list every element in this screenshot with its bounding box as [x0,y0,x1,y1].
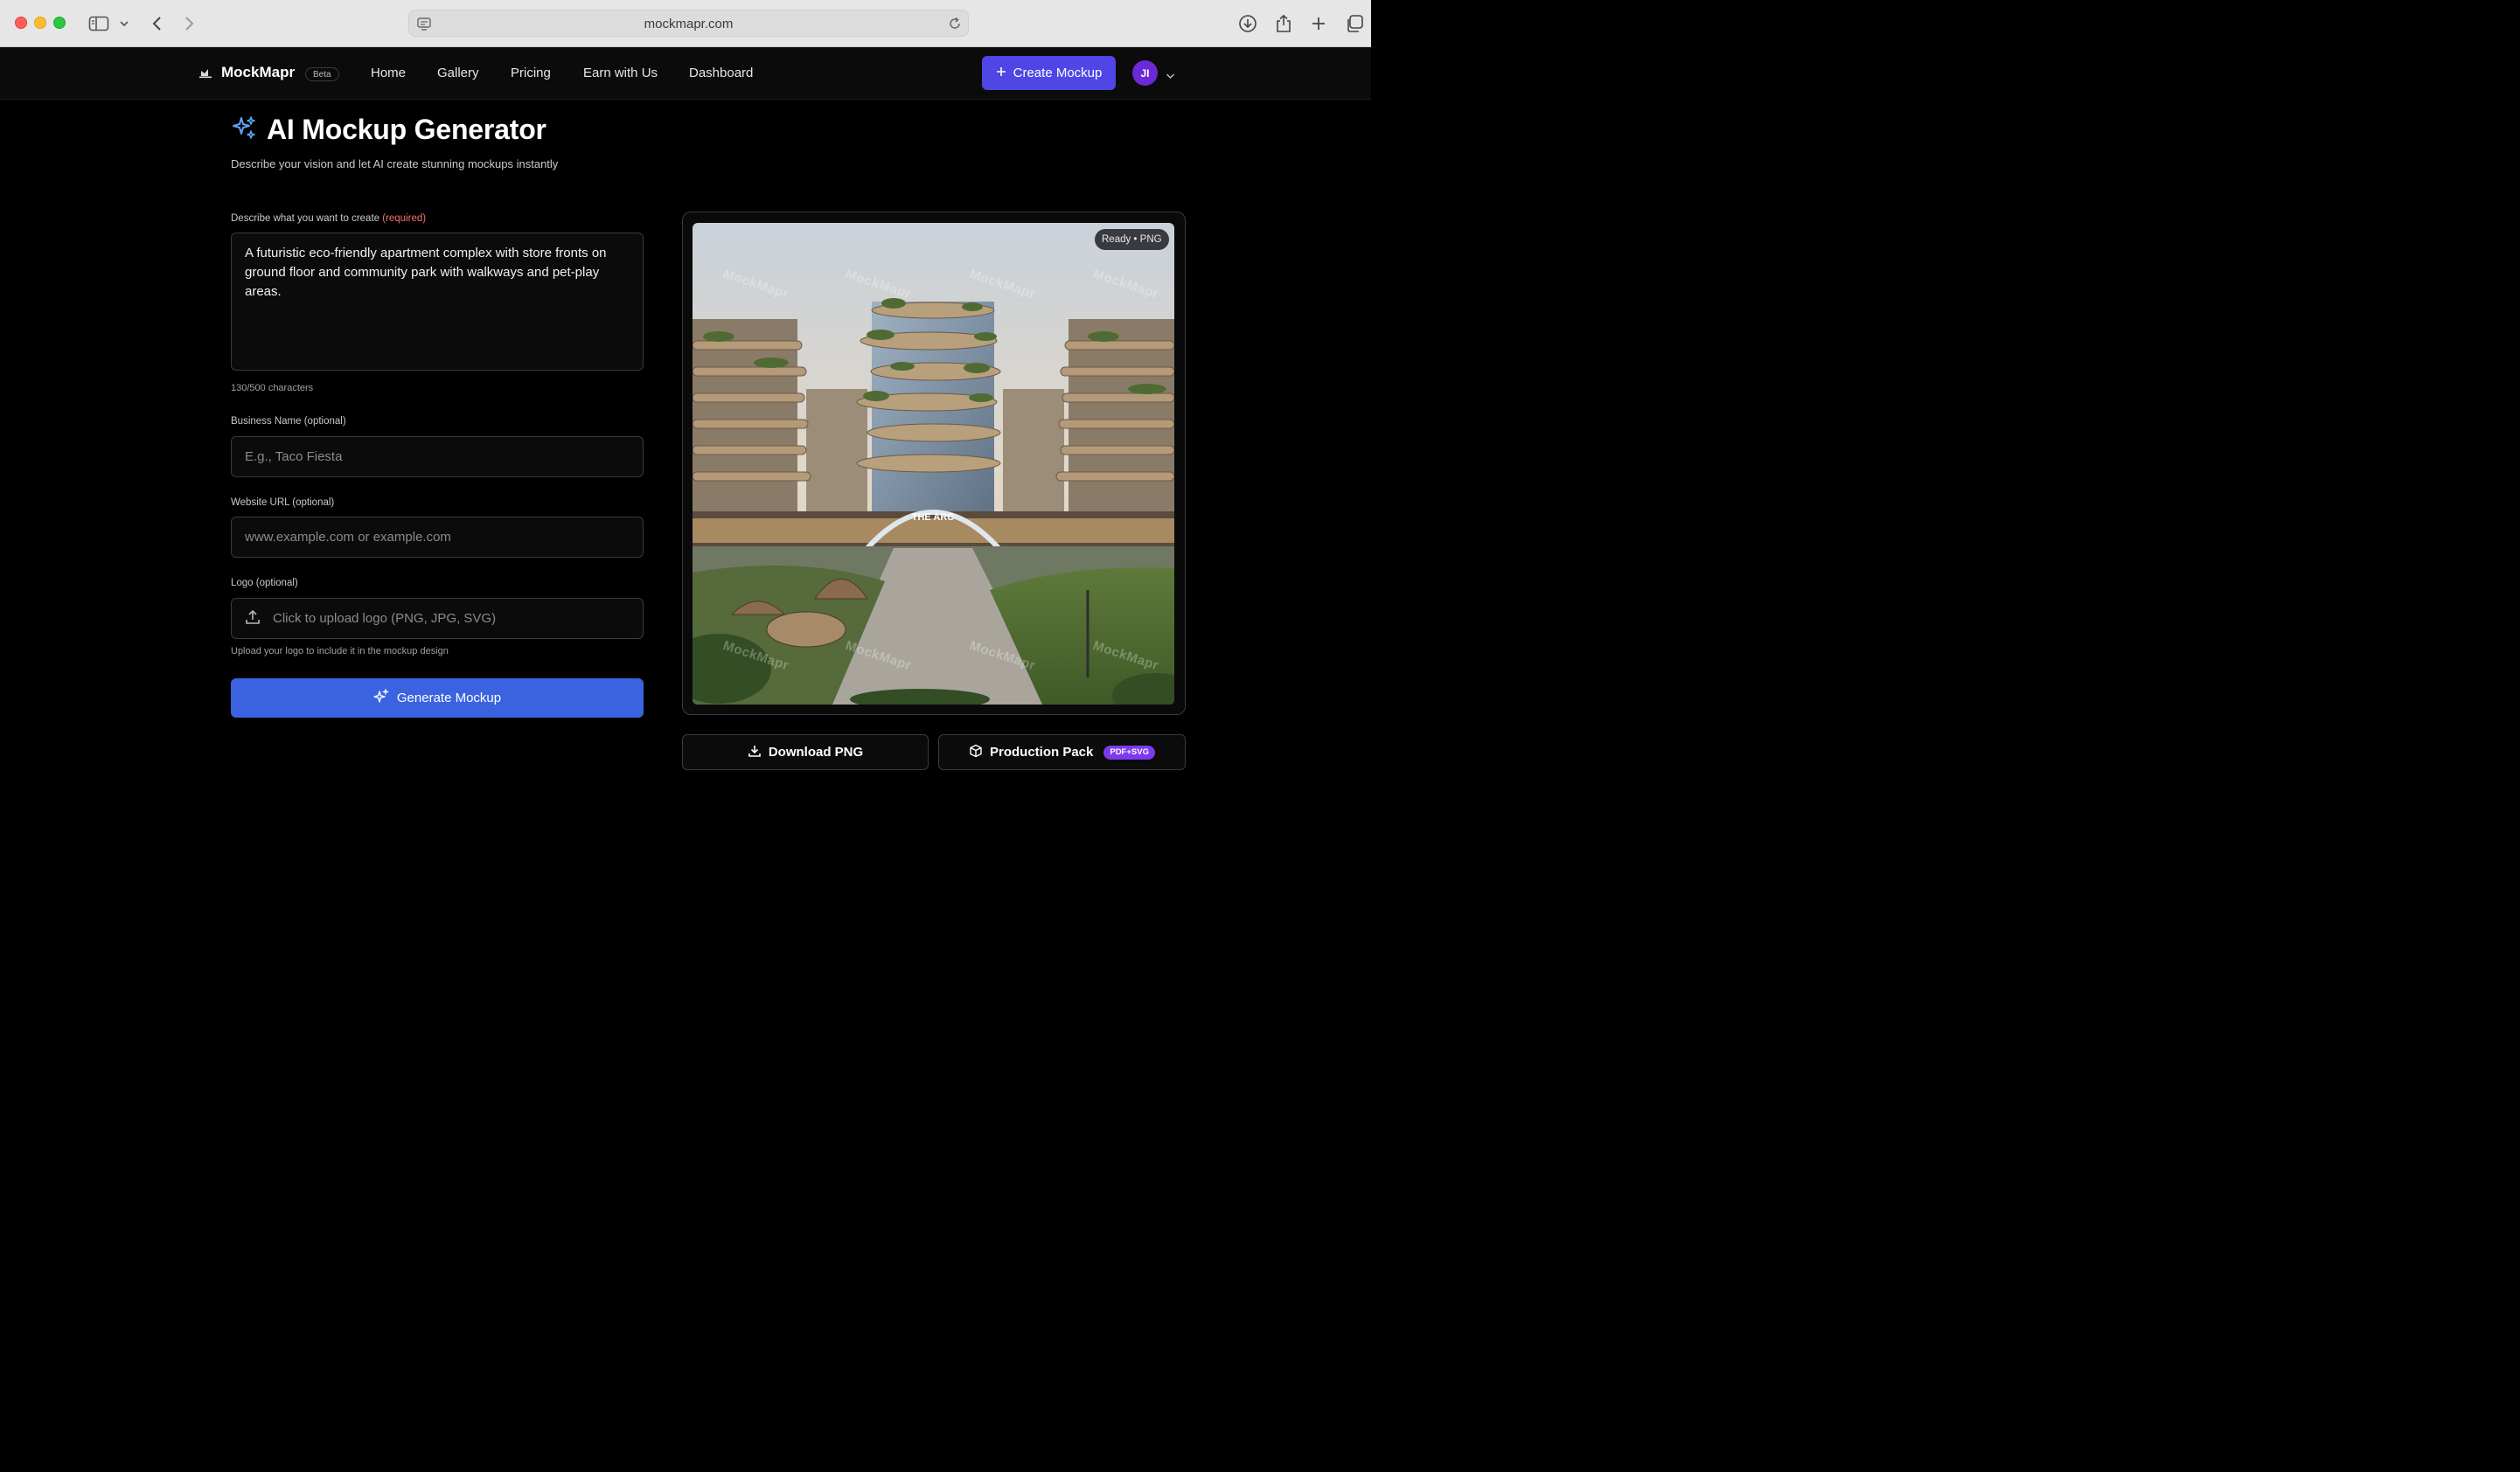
generate-mockup-label: Generate Mockup [396,691,502,705]
generate-mockup-button[interactable]: Generate Mockup [231,678,644,718]
new-tab-icon[interactable] [1307,12,1330,35]
logo-upload-text: Click to upload logo (PNG, JPG, SVG) [273,611,497,626]
page-subtitle: Describe your vision and let AI create s… [231,157,559,170]
zoom-window-button[interactable] [53,17,66,29]
app-navbar: MockMapr Beta Home Gallery Pricing Earn … [0,47,1371,100]
arc-sign-text: THE ARC [912,512,955,523]
business-name-input[interactable]: E.g., Taco Fiesta [231,436,644,477]
create-mockup-label: Create Mockup [1013,66,1103,80]
minimize-window-button[interactable] [34,17,46,29]
upload-icon [245,609,261,628]
website-url-label: Website URL (optional) [231,497,335,508]
downloads-icon[interactable] [1236,12,1259,35]
user-avatar[interactable]: JI [1132,60,1158,86]
page-header: AI Mockup Generator [231,114,546,146]
chevron-down-icon[interactable] [114,12,135,35]
format-badge: PDF+SVG [1103,745,1155,760]
brand-name[interactable]: MockMapr [221,64,295,81]
business-name-label: Business Name (optional) [231,416,346,427]
create-mockup-button[interactable]: Create Mockup [982,56,1116,90]
brand-logo-icon[interactable] [198,66,212,80]
logo-label: Logo (optional) [231,578,298,588]
nav-dashboard[interactable]: Dashboard [689,66,753,80]
beta-badge: Beta [305,67,339,81]
website-url-input[interactable]: www.example.com or example.com [231,517,644,558]
browser-toolbar: mockmapr.com [0,0,1371,47]
download-png-button[interactable]: Download PNG [682,734,929,770]
required-marker: (required) [382,213,427,224]
back-icon[interactable] [145,12,168,35]
description-label: Describe what you want to create (requir… [231,213,426,224]
nav-gallery[interactable]: Gallery [437,66,479,80]
nav-pricing[interactable]: Pricing [511,66,551,80]
production-pack-label: Production Pack [990,745,1094,760]
download-icon [748,744,762,761]
plus-icon [996,66,1006,80]
production-pack-button[interactable]: Production Pack PDF+SVG [938,734,1186,770]
nav-home[interactable]: Home [371,66,406,80]
sidebar-toggle-icon[interactable] [87,12,110,35]
logo-upload-field[interactable]: Click to upload logo (PNG, JPG, SVG) [231,598,644,639]
close-window-button[interactable] [15,17,27,29]
description-label-text: Describe what you want to create [231,213,380,224]
account-menu-chevron-icon[interactable] [1166,68,1175,84]
description-textarea[interactable]: A futuristic eco-friendly apartment comp… [231,233,644,371]
download-png-label: Download PNG [768,745,864,760]
character-count: 130/500 characters [231,383,314,393]
reload-icon[interactable] [947,16,963,36]
sparkles-icon [373,687,390,708]
tab-overview-icon[interactable] [1343,12,1366,35]
url-text: mockmapr.com [644,17,734,31]
forward-icon[interactable] [178,12,201,35]
logo-help-text: Upload your logo to include it in the mo… [231,646,449,656]
page-title: AI Mockup Generator [267,114,546,145]
sparkles-icon [231,115,257,145]
status-badge: Ready • PNG [1095,229,1169,250]
address-bar[interactable]: mockmapr.com [408,10,969,37]
share-icon[interactable] [1272,12,1295,35]
package-icon [969,744,983,761]
nav-earn-with-us[interactable]: Earn with Us [583,66,658,80]
